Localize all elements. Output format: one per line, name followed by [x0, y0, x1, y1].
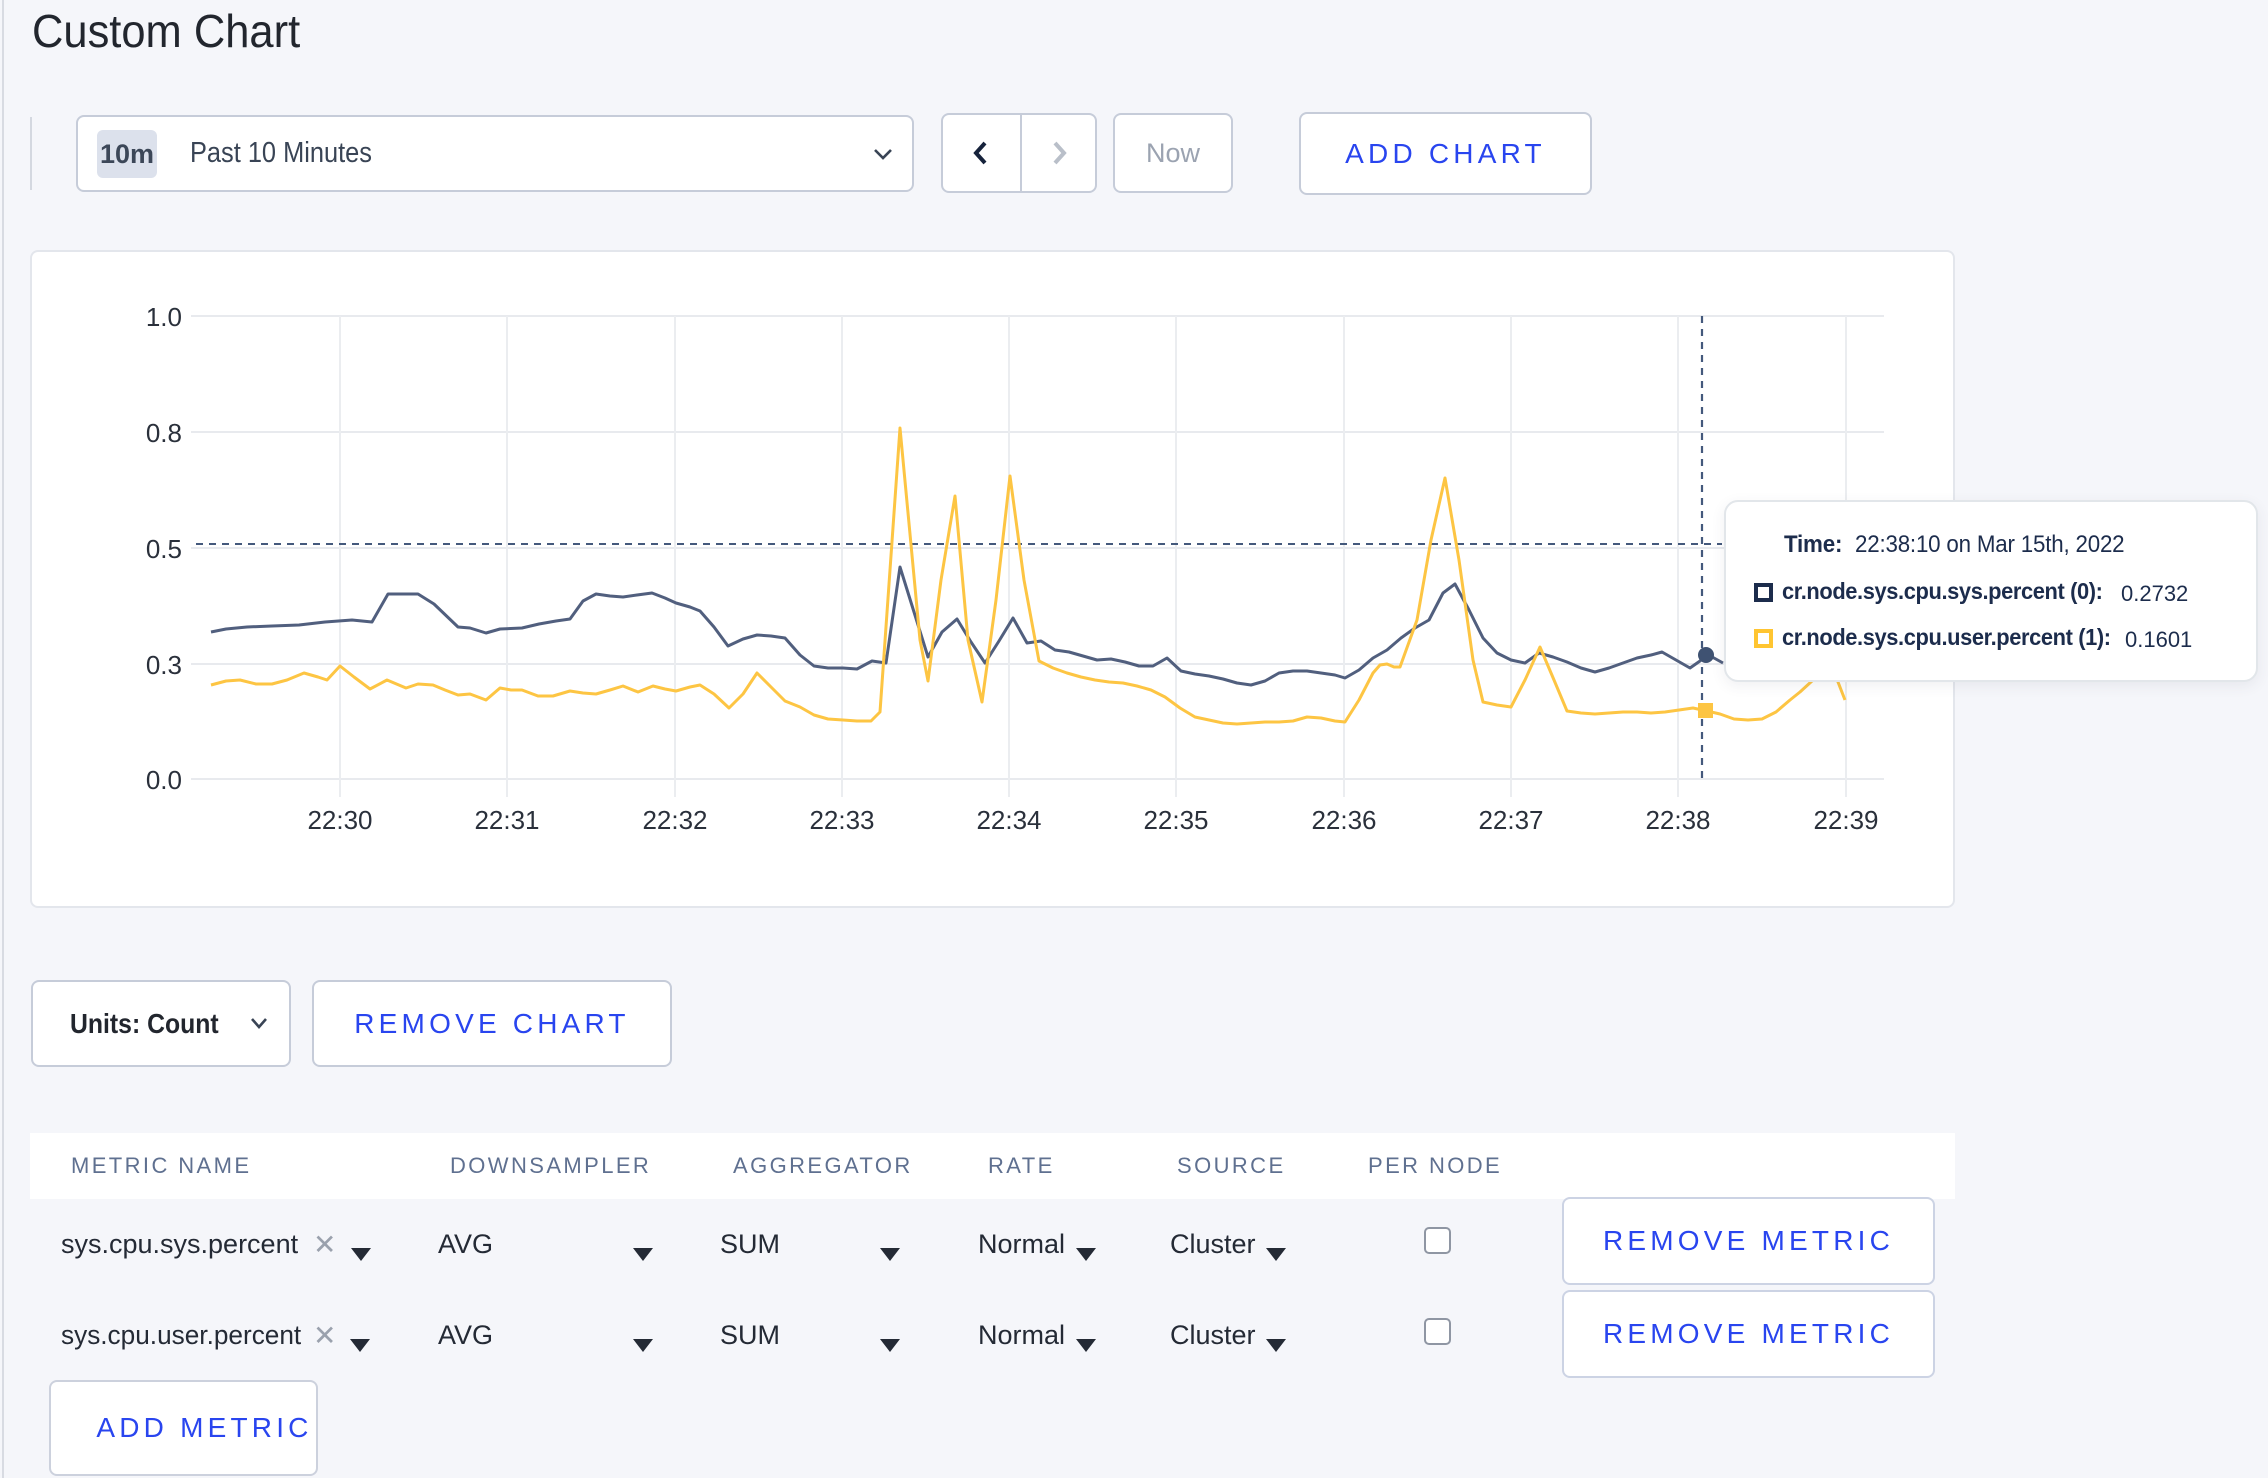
svg-text:22:38: 22:38	[1645, 805, 1710, 835]
svg-text:22:30: 22:30	[307, 805, 372, 835]
svg-text:0.3: 0.3	[146, 650, 182, 680]
svg-text:22:39: 22:39	[1813, 805, 1878, 835]
svg-text:0.5: 0.5	[146, 534, 182, 564]
svg-text:22:36: 22:36	[1311, 805, 1376, 835]
svg-text:1.0: 1.0	[146, 302, 182, 332]
svg-text:22:31: 22:31	[474, 805, 539, 835]
svg-text:22:33: 22:33	[809, 805, 874, 835]
svg-text:22:34: 22:34	[976, 805, 1041, 835]
svg-text:22:32: 22:32	[642, 805, 707, 835]
svg-text:22:37: 22:37	[1478, 805, 1543, 835]
svg-text:0.8: 0.8	[146, 418, 182, 448]
svg-text:22:35: 22:35	[1143, 805, 1208, 835]
svg-text:0.0: 0.0	[146, 765, 182, 795]
